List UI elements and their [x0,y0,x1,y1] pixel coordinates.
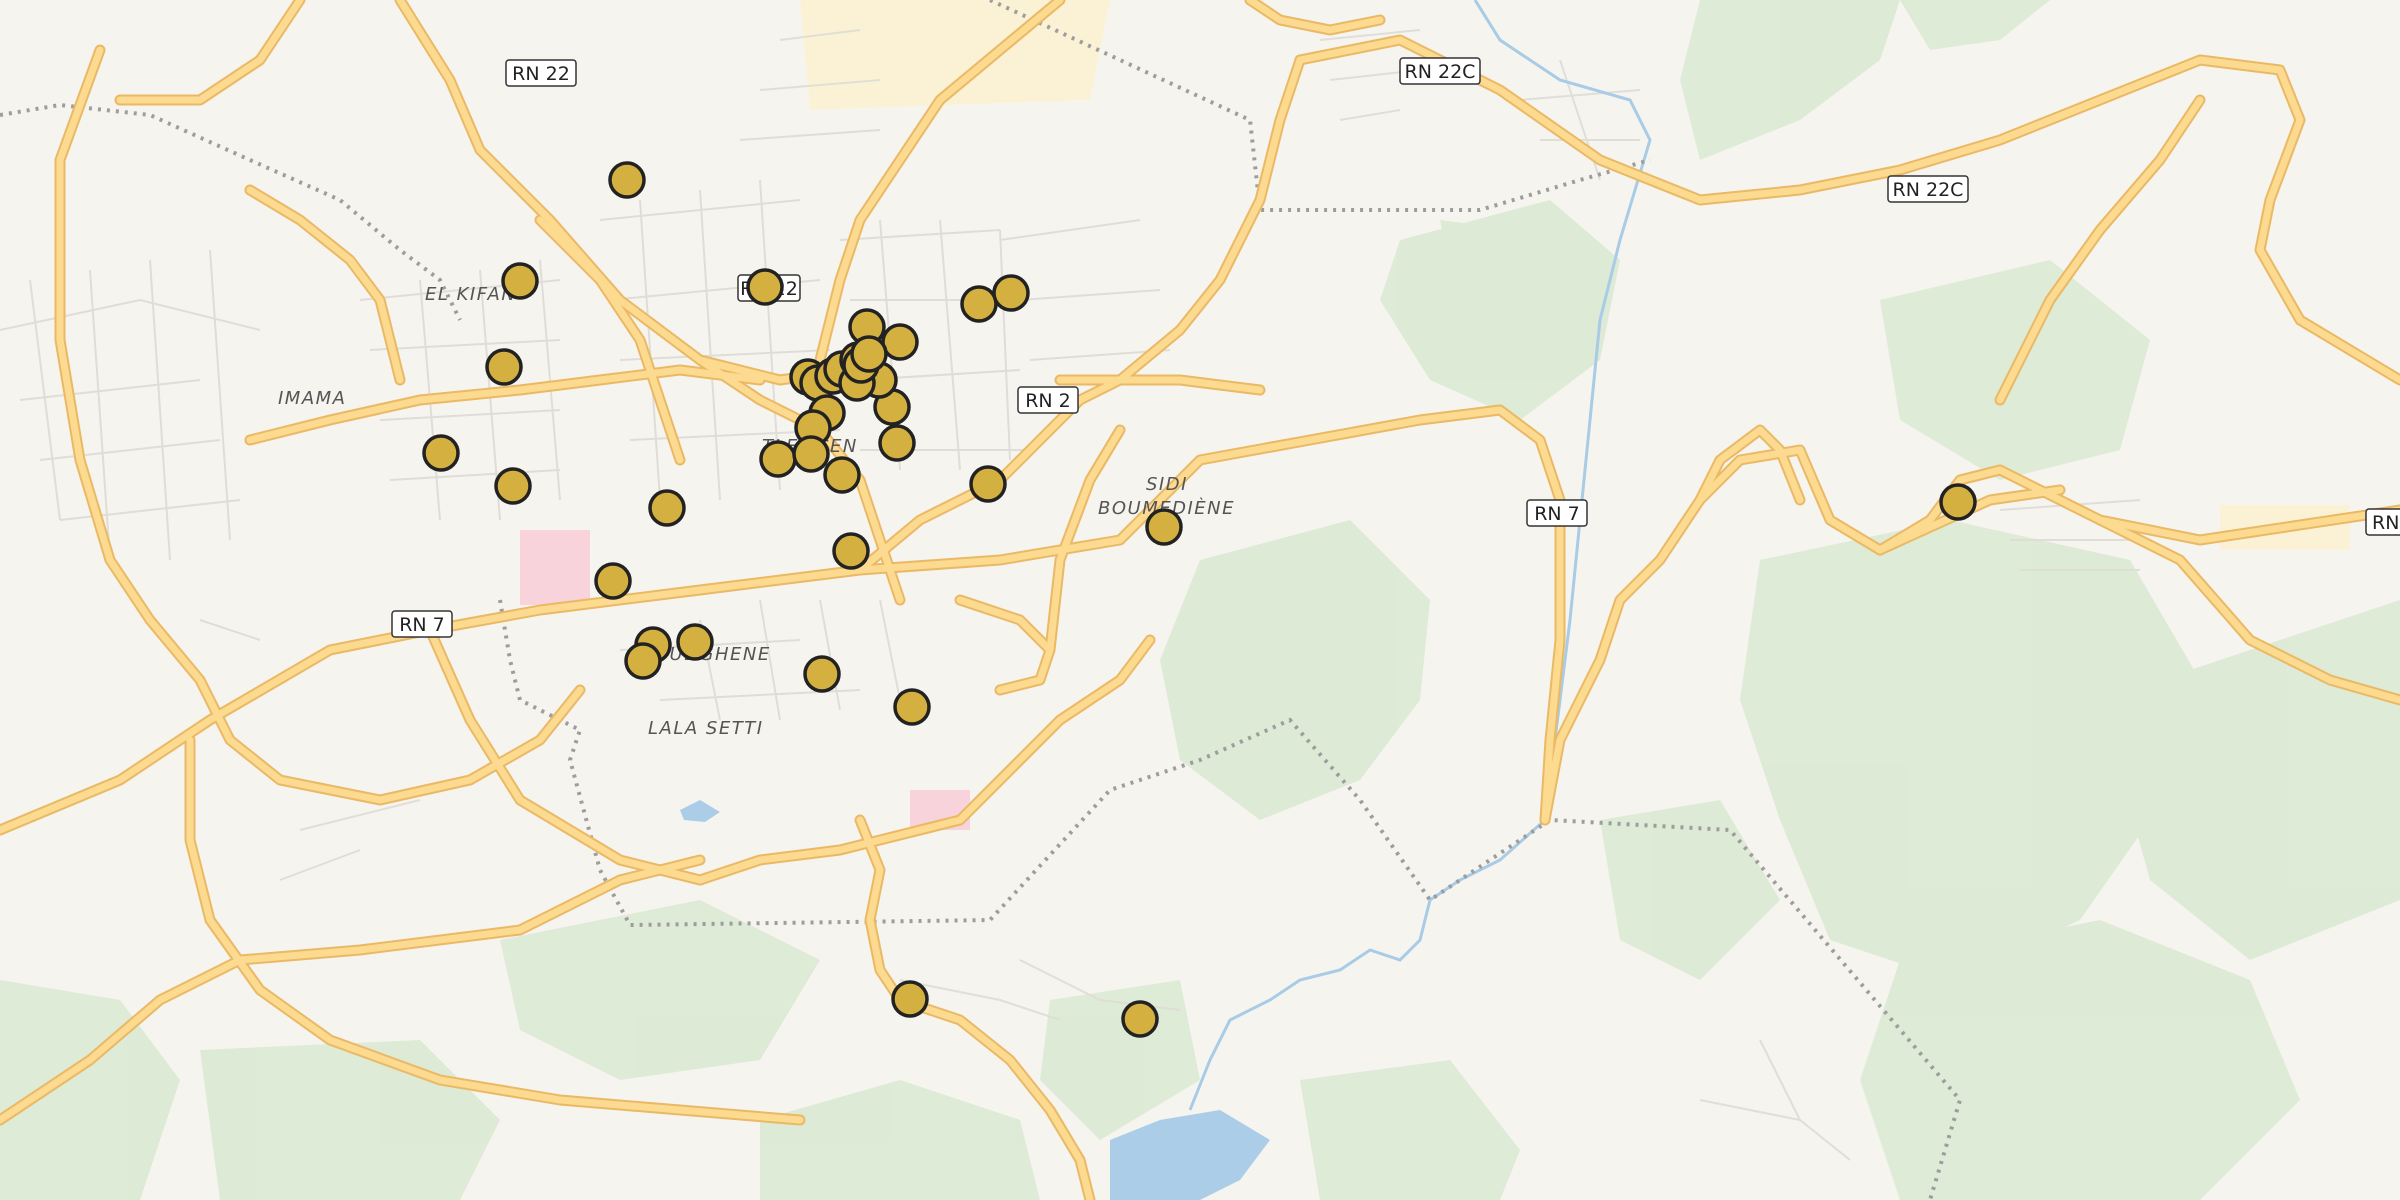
road-shield-rn22: RN 22 [505,59,577,87]
circle-marker[interactable] [992,274,1030,312]
circle-marker[interactable] [969,465,1007,503]
circle-marker[interactable] [746,268,784,306]
circle-marker[interactable] [893,688,931,726]
road-shield-rn22c-east: RN 22C [1887,175,1969,203]
svg-text:RN 7: RN 7 [1534,503,1580,525]
circle-marker[interactable] [485,348,523,386]
circle-marker[interactable] [792,435,830,473]
svg-text:RN 22C: RN 22C [1893,179,1964,201]
road-shield-rn22c-north: RN 22C [1399,57,1481,85]
road-shield-rn7-west: RN 7 [391,610,453,638]
circle-marker[interactable] [759,440,797,478]
circle-marker[interactable] [803,655,841,693]
circle-marker[interactable] [891,980,929,1018]
road-shield-rn2: RN 2 [1017,386,1079,414]
circle-marker[interactable] [648,489,686,527]
svg-text:RN 22: RN 22 [512,63,570,85]
circle-marker[interactable] [850,335,888,373]
circle-marker[interactable] [832,532,870,570]
circle-marker[interactable] [494,467,532,505]
district-label-lala-setti: LALA SETTI [648,718,764,739]
circle-marker[interactable] [960,285,998,323]
map-canvas[interactable]: EL KIFAN IMAMA SIDI BOUMEDIÈNE BOUDGHENE… [0,0,2400,1200]
svg-text:RN 2: RN 2 [1025,390,1071,412]
circle-marker[interactable] [878,424,916,462]
svg-text:RN: RN [2372,512,2399,534]
circle-marker[interactable] [624,642,662,680]
district-label-imama: IMAMA [278,388,347,409]
circle-marker[interactable] [823,456,861,494]
circle-marker[interactable] [608,161,646,199]
circle-marker[interactable] [1145,508,1183,546]
circle-marker[interactable] [501,262,539,300]
circle-marker[interactable] [1939,483,1977,521]
svg-text:RN 22C: RN 22C [1405,61,1476,83]
circle-marker[interactable] [422,434,460,472]
circle-marker[interactable] [881,323,919,361]
district-label-sidi: SIDI [1146,474,1188,495]
circle-marker[interactable] [676,623,714,661]
svg-text:RN 7: RN 7 [399,614,445,636]
road-shield-rn-edge: RN [2365,508,2400,536]
circle-marker[interactable] [594,562,632,600]
circle-marker[interactable] [1121,1000,1159,1038]
road-shield-rn7-east: RN 7 [1526,499,1588,527]
hospital-area [520,530,590,605]
